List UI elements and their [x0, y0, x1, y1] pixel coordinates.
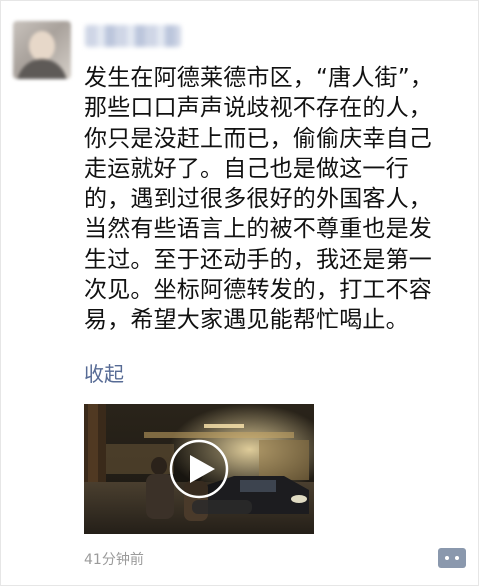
post-line: 走运就好了。自己也是做这一行: [84, 155, 409, 182]
collapse-link[interactable]: 收起: [84, 358, 124, 387]
post-text: 发生在阿德莱德市区，“唐人街”， 那些口口声声说歧视不存在的人， 你只是没赶上而…: [84, 63, 474, 336]
timestamp: 41分钟前: [84, 552, 144, 568]
post-line: 生过。至于还动手的，我还是第一: [84, 246, 432, 273]
post-line: 发生在阿德莱德市区，“唐人街”，: [84, 65, 434, 91]
moment-card: 发生在阿德莱德市区，“唐人街”， 那些口口声声说歧视不存在的人， 你只是没赶上而…: [0, 0, 479, 586]
comment-dot: [445, 556, 449, 560]
post-line: 易，希望大家遇见能帮忙喝止。: [84, 307, 409, 334]
comment-dot: [455, 556, 459, 560]
post-line: 的，遇到过很多很好的外国客人，: [84, 186, 432, 213]
comment-icon[interactable]: [438, 548, 466, 568]
avatar-face: [29, 31, 55, 61]
post-line: 当然有些语言上的被不尊重也是发: [84, 216, 432, 243]
video-frame: [84, 404, 314, 534]
post-line: 那些口口声声说歧视不存在的人，: [84, 95, 432, 122]
avatar[interactable]: [13, 21, 71, 79]
video-thumbnail[interactable]: [84, 404, 314, 534]
post-line: 次见。坐标阿德转发的，打工不容: [84, 277, 432, 304]
post-line: 你只是没赶上而已，偷偷庆幸自己: [84, 125, 432, 152]
username-blurred[interactable]: [85, 25, 181, 47]
avatar-shoulders: [17, 59, 67, 79]
